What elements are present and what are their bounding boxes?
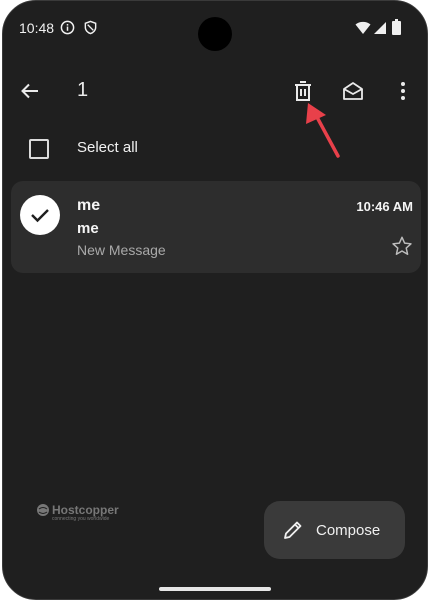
annotation-arrow bbox=[306, 103, 340, 158]
phone-screen: 10:48 1 Select all me 10:46 AM me New Me… bbox=[2, 0, 428, 600]
